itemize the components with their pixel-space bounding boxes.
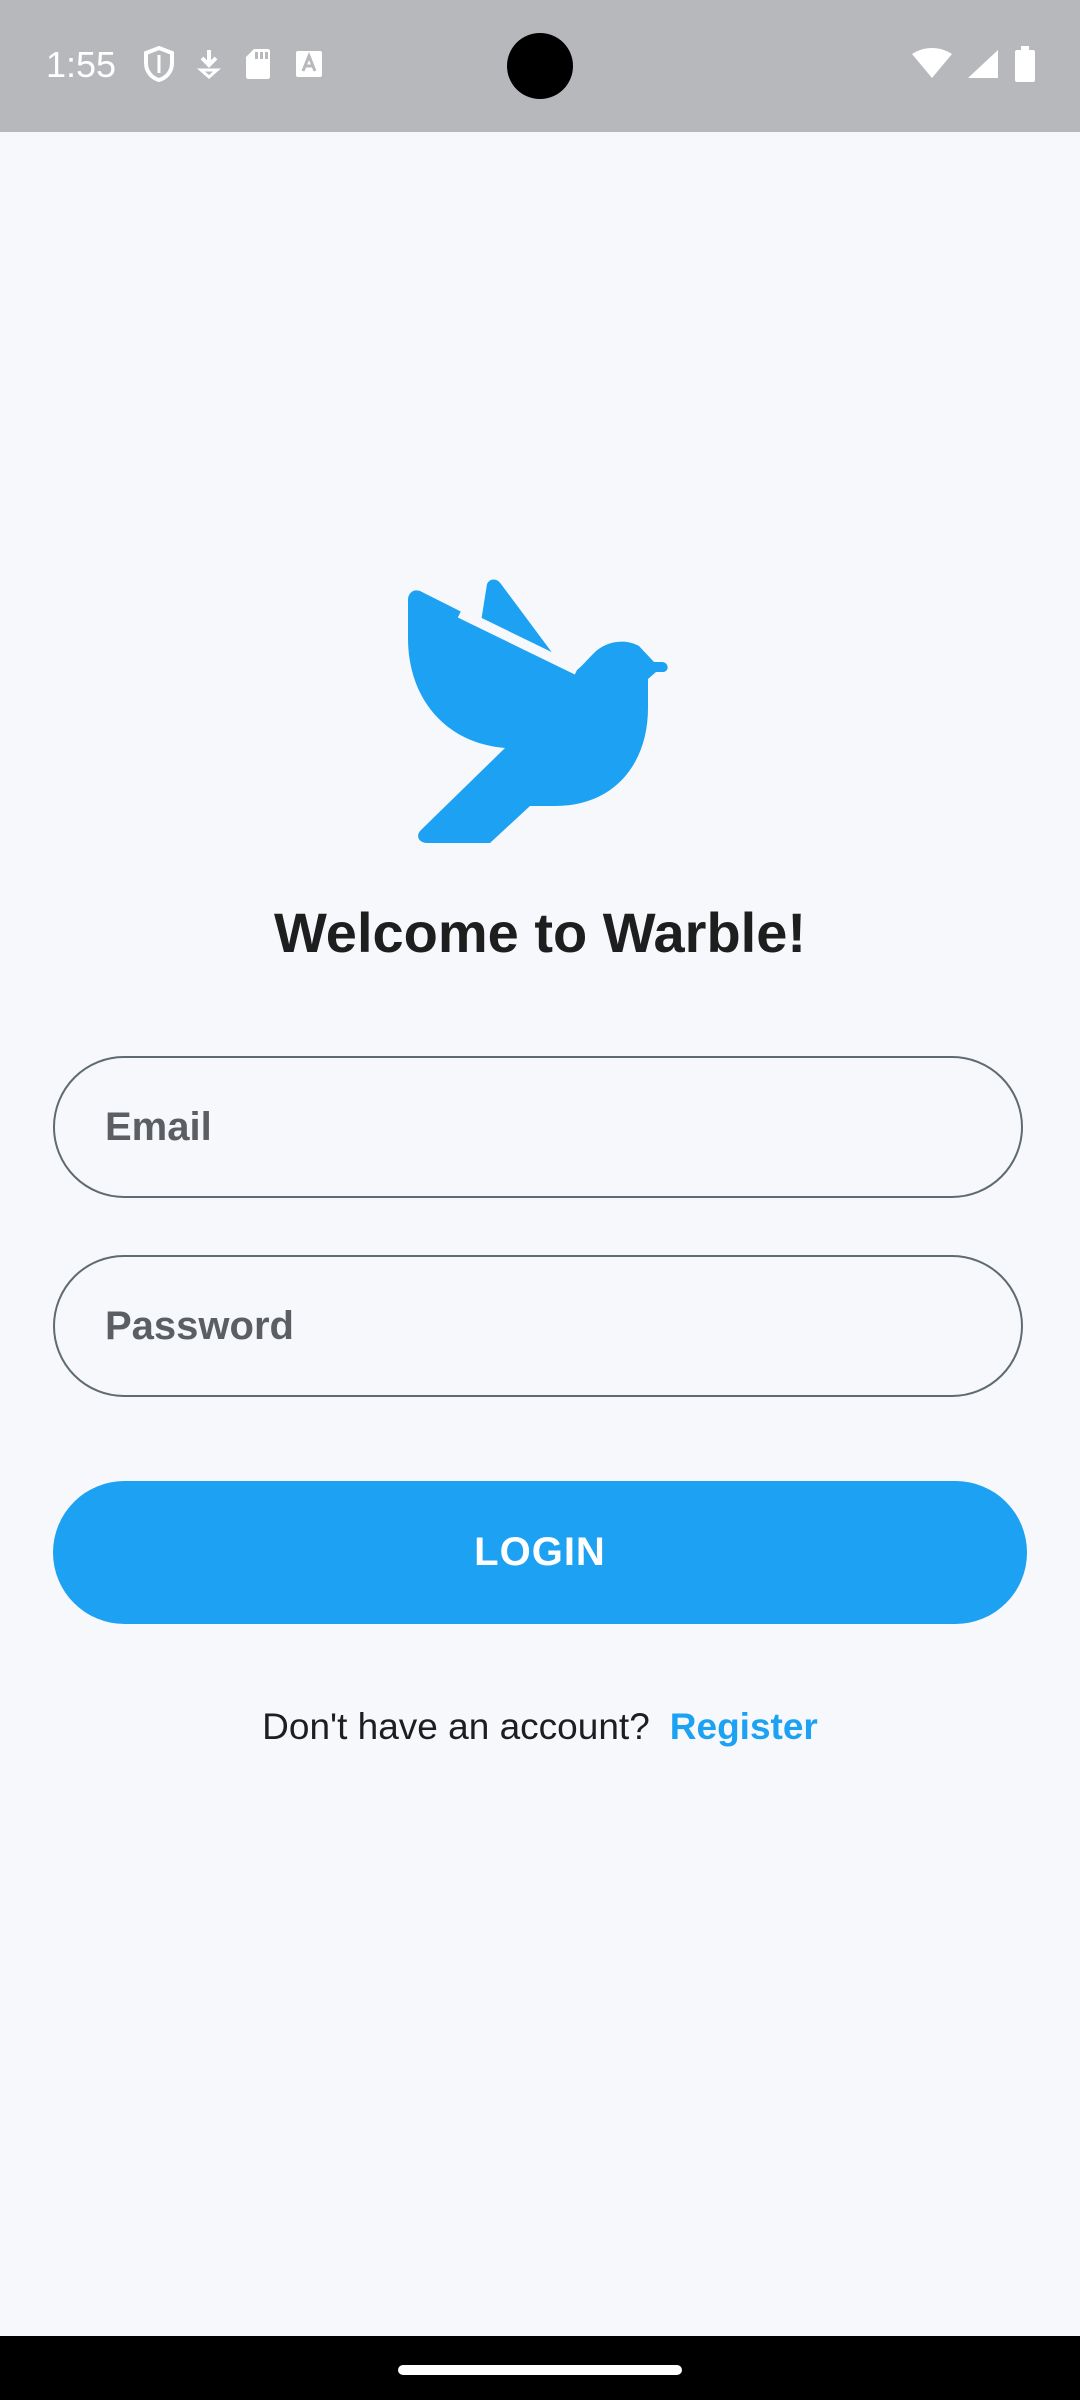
register-link[interactable]: Register xyxy=(670,1706,818,1747)
page-title: Welcome to Warble! xyxy=(273,901,807,964)
status-bar: 1:55 xyxy=(0,0,1080,132)
bird-icon xyxy=(405,578,675,843)
register-row: Don't have an account? Register xyxy=(0,1706,1080,1748)
cell-signal-icon xyxy=(966,48,1000,80)
home-indicator[interactable] xyxy=(398,2365,682,2375)
login-button[interactable]: LOGIN xyxy=(53,1481,1027,1624)
password-field[interactable] xyxy=(53,1255,1023,1397)
status-icons-right xyxy=(912,46,1036,82)
sd-card-icon xyxy=(244,47,272,81)
battery-icon xyxy=(1014,46,1036,82)
register-prompt: Don't have an account? xyxy=(262,1706,650,1747)
shield-icon xyxy=(144,46,174,82)
status-time: 1:55 xyxy=(46,44,117,85)
wifi-icon xyxy=(912,48,952,80)
email-field[interactable] xyxy=(53,1056,1023,1198)
camera-cutout xyxy=(507,33,573,99)
status-icons-left xyxy=(144,46,324,82)
email-input[interactable] xyxy=(55,1058,1021,1196)
password-input[interactable] xyxy=(55,1257,1021,1395)
download-icon xyxy=(196,48,222,80)
font-a-icon xyxy=(294,49,324,79)
